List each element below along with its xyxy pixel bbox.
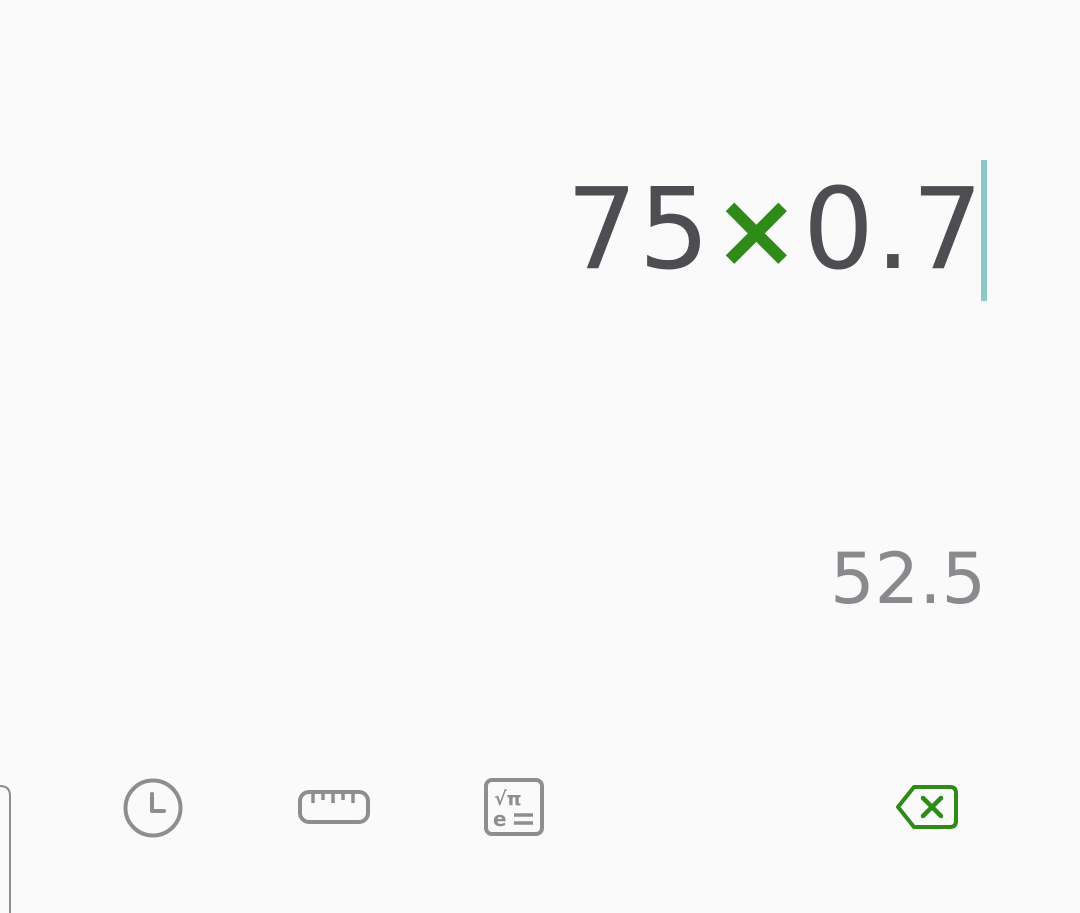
clock-icon[interactable] bbox=[122, 777, 184, 839]
sqrt-pi-e-icon[interactable]: √π e bbox=[484, 778, 544, 836]
result-preview: 52.5 bbox=[830, 538, 986, 620]
operand-2: 0.7 bbox=[802, 165, 984, 295]
expression-input[interactable]: 75 × 0.7 bbox=[566, 160, 984, 300]
text-cursor bbox=[981, 160, 987, 301]
operand-1: 75 bbox=[566, 165, 711, 295]
calculator-screen: { "display": { "operand_1": "75", "opera… bbox=[0, 0, 1080, 913]
multiply-operator: × bbox=[712, 169, 801, 291]
keypad-edge bbox=[0, 785, 11, 913]
ruler-icon[interactable] bbox=[298, 789, 370, 825]
svg-text:e: e bbox=[493, 807, 507, 831]
backspace-icon[interactable] bbox=[894, 783, 960, 831]
